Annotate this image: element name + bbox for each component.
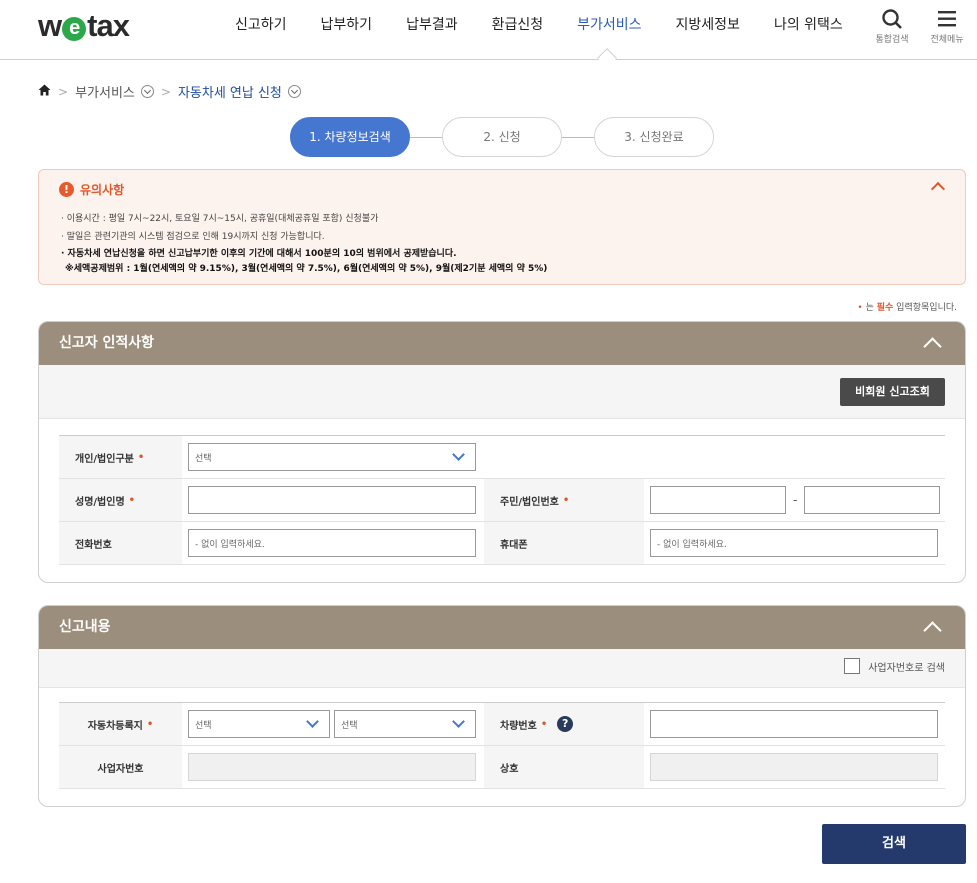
header: w e tax 신고하기 납부하기 납부결과 환급신청 부가서비스 지방세정보 나의…: [0, 0, 977, 68]
nav-item-pay-result[interactable]: 납부결과: [406, 14, 458, 34]
nav-item-pay[interactable]: 납부하기: [321, 14, 373, 34]
car-number-input[interactable]: [650, 710, 938, 738]
chevron-down-icon: [452, 715, 465, 728]
form-value: 선택 선택: [182, 703, 484, 745]
breadcrumb-parent[interactable]: 부가서비스: [75, 82, 135, 101]
breadcrumb-separator: >: [58, 84, 69, 99]
id-number-front-input[interactable]: [650, 486, 786, 514]
id-dash: -: [793, 493, 798, 507]
notice-lines: · 이용시간 : 평일 7시~22시, 토요일 7시~15시, 공휴일(대체공휴…: [61, 210, 547, 276]
business-number-input: [188, 753, 476, 781]
panel-title: 신고내용: [59, 619, 111, 635]
panel-title: 신고자 인적사항: [59, 335, 155, 351]
search-button[interactable]: 검색: [822, 824, 966, 864]
form-row: 성명/법인명 • 주민/법인번호 • -: [59, 479, 945, 522]
region-select-2[interactable]: 선택: [334, 710, 476, 738]
notice-title: ! 유의사항: [59, 181, 124, 198]
checkbox-box[interactable]: [844, 658, 861, 674]
car-number-label: 차량번호 • ?: [484, 703, 644, 745]
form-value: [182, 746, 484, 788]
mobile-input[interactable]: - 없이 입력하세요.: [650, 529, 938, 557]
form-value: [182, 479, 484, 521]
shop-name-label: 상호: [484, 746, 644, 788]
region-select-1[interactable]: 선택: [188, 710, 330, 738]
help-icon[interactable]: ?: [557, 716, 574, 732]
form-value: [644, 703, 945, 745]
id-number-label: 주민/법인번호 •: [484, 479, 644, 521]
notice-box: ! 유의사항 · 이용시간 : 평일 7시~22시, 토요일 7시~15시, 공…: [38, 169, 966, 285]
all-menu-button[interactable]: 전체메뉴: [923, 8, 971, 45]
shop-name-input: [650, 753, 938, 781]
nav-item-declare[interactable]: 신고하기: [235, 14, 287, 34]
notice-line: · 말일은 관련기관의 시스템 점검으로 인해 19시까지 신청 가능합니다.: [61, 232, 325, 242]
form-row: 사업자번호 상호: [59, 746, 945, 789]
main-nav: 신고하기 납부하기 납부결과 환급신청 부가서비스 지방세정보 나의 위택스: [218, 14, 860, 34]
step-connector: [410, 136, 442, 138]
home-icon[interactable]: [38, 84, 51, 100]
reporter-info-panel: 신고자 인적사항 비회원 신고조회 개인/법인구분 • 선택 성명/법인명 • 주민…: [38, 321, 966, 583]
step-apply: 2. 신청: [442, 117, 562, 157]
step-vehicle-search: 1. 차량정보검색: [290, 117, 410, 157]
hamburger-icon: [923, 8, 971, 32]
chevron-up-icon[interactable]: [923, 337, 942, 356]
nav-item-my-wetax[interactable]: 나의 위택스: [774, 14, 843, 34]
name-label: 성명/법인명 •: [59, 479, 182, 521]
panel-toolbar: 사업자번호로 검색: [39, 649, 965, 688]
name-input[interactable]: [188, 486, 476, 514]
notice-line: · 이용시간 : 평일 7시~22시, 토요일 7시~15시, 공휴일(대체공휴…: [61, 214, 379, 224]
report-content-panel: 신고내용 사업자번호로 검색 자동차등록지 • 선택 선택 차량번호 • ? 사…: [38, 605, 966, 807]
step-indicator: 1. 차량정보검색 2. 신청 3. 신청완료: [290, 117, 714, 157]
form-row: 자동차등록지 • 선택 선택 차량번호 • ?: [59, 703, 945, 746]
panel-toolbar: 비회원 신고조회: [39, 365, 965, 419]
nav-item-extra-service[interactable]: 부가서비스: [577, 14, 641, 34]
report-form: 자동차등록지 • 선택 선택 차량번호 • ? 사업자번호 상호: [59, 702, 945, 789]
id-number-back-input[interactable]: [804, 486, 941, 514]
chevron-down-circle-icon[interactable]: [287, 85, 301, 98]
required-note: • 는 필수 입력항목입니다.: [857, 303, 957, 313]
business-number-search-checkbox[interactable]: 사업자번호로 검색: [844, 658, 945, 674]
chevron-up-icon[interactable]: [930, 181, 946, 197]
panel-header[interactable]: 신고자 인적사항: [39, 322, 965, 365]
form-row: 개인/법인구분 • 선택: [59, 436, 945, 479]
type-select[interactable]: 선택: [188, 443, 476, 471]
reporter-form: 개인/법인구분 • 선택 성명/법인명 • 주민/법인번호 • - 전화번호 -…: [59, 435, 945, 565]
active-menu-caret: [597, 48, 617, 68]
nonmember-lookup-button[interactable]: 비회원 신고조회: [840, 378, 945, 406]
form-value: - 없이 입력하세요.: [182, 522, 484, 564]
breadcrumb-current: 자동차세 연납 신청: [177, 86, 282, 101]
step-complete: 3. 신청완료: [594, 117, 714, 157]
chevron-down-circle-icon[interactable]: [140, 85, 154, 98]
business-number-label: 사업자번호: [59, 746, 182, 788]
chevron-down-icon: [452, 448, 465, 461]
search-icon: [868, 8, 916, 32]
notice-line-bold: ※세액공제범위 : 1월(연세액의 약 9.15%), 3월(연세액의 약 7.…: [65, 264, 548, 274]
form-value: 선택: [182, 436, 945, 478]
type-label: 개인/법인구분 •: [59, 436, 182, 478]
form-value: - 없이 입력하세요.: [644, 522, 945, 564]
checkbox-label: 사업자번호로 검색: [868, 662, 945, 674]
form-row: 전화번호 - 없이 입력하세요. 휴대폰 - 없이 입력하세요.: [59, 522, 945, 565]
warning-icon: !: [59, 182, 74, 197]
notice-title-text: 유의사항: [80, 183, 125, 197]
breadcrumb-separator: >: [160, 84, 171, 99]
integrated-search-button[interactable]: 통합검색: [868, 8, 916, 45]
phone-label: 전화번호: [59, 522, 182, 564]
notice-line-bold: · 자동차세 연납신청을 하면 신고납부기한 이후의 기간에 대해서 100분의…: [61, 249, 457, 259]
form-value: -: [644, 479, 945, 521]
search-label: 통합검색: [875, 35, 909, 45]
mobile-label: 휴대폰: [484, 522, 644, 564]
panel-header[interactable]: 신고내용: [39, 606, 965, 649]
all-menu-label: 전체메뉴: [930, 35, 964, 45]
chevron-up-icon[interactable]: [923, 621, 942, 640]
wetax-logo[interactable]: w e tax: [38, 8, 130, 44]
chevron-down-icon: [306, 715, 319, 728]
nav-item-refund[interactable]: 환급신청: [492, 14, 544, 34]
form-value: [644, 746, 945, 788]
region-label: 자동차등록지 •: [59, 703, 182, 745]
phone-input[interactable]: - 없이 입력하세요.: [188, 529, 476, 557]
nav-item-local-tax-info[interactable]: 지방세정보: [676, 14, 740, 34]
step-connector: [562, 136, 594, 138]
breadcrumb: > 부가서비스 > 자동차세 연납 신청: [38, 82, 301, 101]
